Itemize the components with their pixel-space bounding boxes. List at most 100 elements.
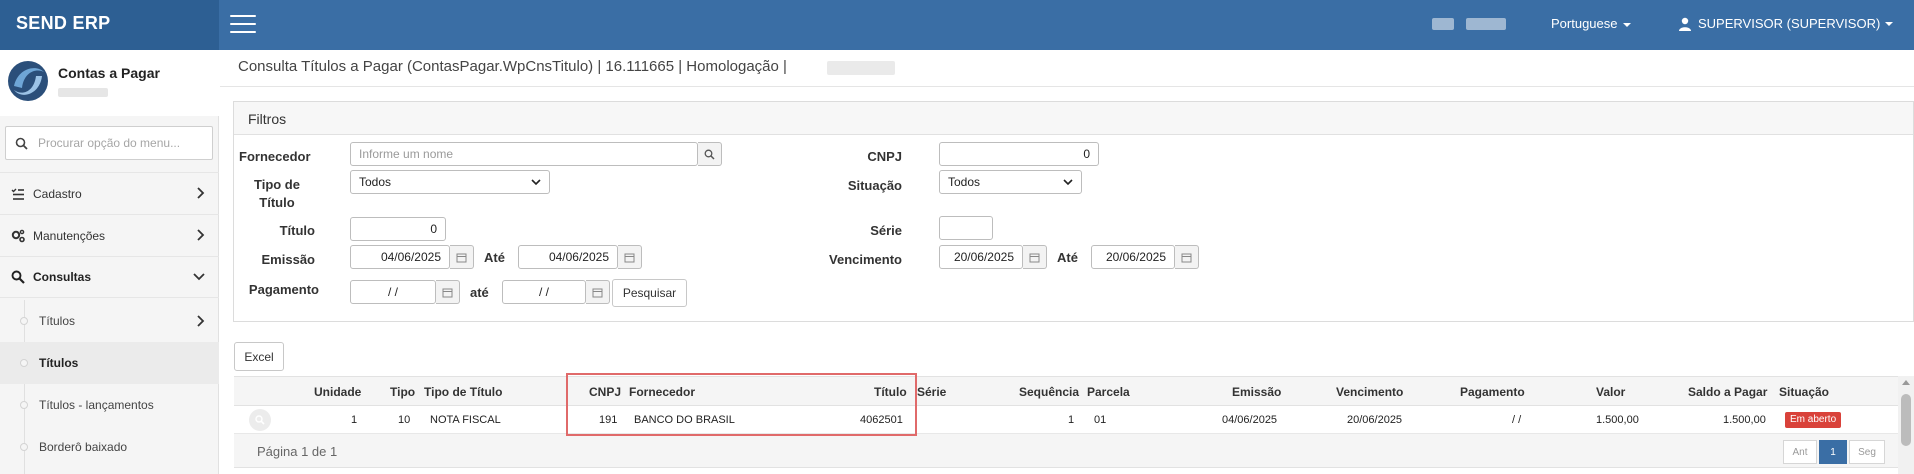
table-row[interactable]: 1 10 NOTA FISCAL 191 BANCO DO BRASIL 406…	[234, 406, 1900, 434]
sidebar-item-label: Consultas	[33, 270, 92, 284]
emissao-from-calendar-button[interactable]	[450, 245, 474, 269]
vencimento-to-input[interactable]	[1091, 245, 1175, 269]
filters-heading: Filtros	[234, 102, 1913, 135]
menu-search-input[interactable]	[38, 134, 208, 152]
gears-icon	[11, 229, 25, 242]
vertical-scrollbar[interactable]	[1898, 376, 1914, 474]
col-saldo[interactable]: Saldo a Pagar	[1688, 385, 1767, 399]
emissao-label: Emissão	[261, 252, 315, 267]
col-parcela[interactable]: Parcela	[1087, 385, 1130, 399]
situacao-select[interactable]: Todos	[939, 170, 1082, 194]
menu-search[interactable]	[5, 126, 213, 160]
col-vencimento[interactable]: Vencimento	[1336, 385, 1403, 399]
cell-titulo: 4062501	[860, 414, 903, 426]
page-title: Consulta Títulos a Pagar (ContasPagar.Wp…	[238, 58, 787, 75]
sidebar-item-cadastro[interactable]: Cadastro	[0, 172, 219, 214]
module-header: Contas a Pagar	[0, 50, 219, 116]
titulo-input[interactable]	[350, 217, 446, 241]
cell-emissao: 04/06/2025	[1222, 414, 1278, 426]
col-sequencia[interactable]: Sequência	[1019, 385, 1079, 399]
bullet-icon	[20, 359, 28, 367]
pagamento-from-input[interactable]	[350, 280, 436, 304]
fornecedor-search-button[interactable]	[698, 142, 722, 166]
status-badge: Em aberto	[1785, 412, 1842, 428]
sidebar: Contas a Pagar Cadastro Manutenções Cons…	[0, 50, 219, 474]
vencimento-to-calendar-button[interactable]	[1175, 245, 1199, 269]
col-tipo[interactable]: Tipo	[390, 385, 415, 399]
chevron-down-icon	[531, 178, 541, 185]
pagamento-from-calendar-button[interactable]	[436, 280, 460, 304]
pagamento-to-input[interactable]	[502, 280, 586, 304]
submenu-label: Títulos - lançamentos	[39, 398, 154, 412]
sidebar-item-manutencoes[interactable]: Manutenções	[0, 214, 219, 256]
submenu-item-titulos-group[interactable]: Títulos	[0, 300, 219, 342]
chevron-right-icon	[197, 315, 205, 327]
vencimento-from-input[interactable]	[939, 245, 1023, 269]
list-check-icon	[11, 188, 24, 200]
pager-next-button[interactable]: Seg	[1849, 440, 1885, 464]
pager-page-1[interactable]: 1	[1819, 440, 1847, 464]
pagamento-ate-label: até	[470, 285, 489, 300]
fornecedor-input[interactable]	[350, 142, 698, 166]
sidebar-item-consultas[interactable]: Consultas	[0, 256, 219, 298]
cell-tipo: 10	[398, 414, 411, 426]
bullet-icon	[20, 317, 28, 325]
submenu-item-titulos-lancamentos[interactable]: Títulos - lançamentos	[0, 384, 219, 426]
cell-vencimento: 20/06/2025	[1347, 414, 1403, 426]
cell-tipo-titulo: NOTA FISCAL	[430, 414, 501, 426]
pesquisar-button[interactable]: Pesquisar	[612, 279, 687, 307]
cell-fornecedor: BANCO DO BRASIL	[634, 414, 735, 426]
search-icon	[15, 137, 28, 150]
scroll-up-icon[interactable]	[1902, 380, 1910, 385]
brand-logo[interactable]: SEND ERP	[0, 0, 219, 50]
col-tipo-titulo[interactable]: Tipo de Título	[424, 385, 502, 399]
serie-input[interactable]	[939, 216, 993, 240]
emissao-from-input[interactable]	[350, 245, 450, 269]
emissao-to-calendar-button[interactable]	[618, 245, 642, 269]
user-menu[interactable]: SUPERVISOR (SUPERVISOR)	[1678, 16, 1894, 31]
submenu-item-titulos[interactable]: Títulos	[0, 342, 219, 384]
situacao-label: Situação	[847, 178, 902, 193]
cell-unidade: 1	[351, 414, 358, 426]
cnpj-input[interactable]	[939, 142, 1099, 166]
table-footer: Página 1 de 1 Ant 1 Seg	[234, 434, 1900, 468]
module-title: Contas a Pagar	[58, 65, 160, 81]
vencimento-from-calendar-button[interactable]	[1023, 245, 1047, 269]
vencimento-label: Vencimento	[829, 252, 902, 267]
col-emissao[interactable]: Emissão	[1232, 385, 1281, 399]
submenu-label: Títulos	[39, 356, 79, 370]
pagamento-label: Pagamento	[248, 282, 319, 297]
submenu-item-bordero-baixado[interactable]: Borderô baixado	[0, 426, 219, 468]
pager-prev-button[interactable]: Ant	[1783, 440, 1817, 464]
col-pagamento[interactable]: Pagamento	[1460, 385, 1525, 399]
pagamento-to-calendar-button[interactable]	[586, 280, 610, 304]
calendar-icon	[1029, 253, 1040, 262]
cnpj-label: CNPJ	[867, 149, 902, 164]
col-situacao[interactable]: Situação	[1779, 385, 1829, 399]
caret-down-icon	[1622, 22, 1631, 27]
col-cnpj[interactable]: CNPJ	[589, 385, 621, 399]
emissao-to-input[interactable]	[518, 245, 618, 269]
chevron-right-icon	[197, 229, 205, 241]
hamburger-menu-icon[interactable]	[230, 15, 256, 35]
language-dropdown[interactable]: Portuguese	[1551, 16, 1631, 31]
cell-valor: 1.500,00	[1596, 414, 1639, 426]
language-label: Portuguese	[1551, 16, 1618, 31]
caret-down-icon	[1885, 21, 1894, 26]
tipo-titulo-select[interactable]: Todos	[350, 170, 550, 194]
top-bar: SEND ERP Portuguese SUPERVISOR (SUPERVIS…	[0, 0, 1914, 50]
submenu-label: Títulos	[39, 314, 76, 328]
row-details-button[interactable]	[249, 409, 271, 431]
col-valor[interactable]: Valor	[1596, 385, 1625, 399]
scroll-thumb[interactable]	[1901, 394, 1911, 446]
col-unidade[interactable]: Unidade	[314, 385, 361, 399]
situacao-value: Todos	[948, 175, 981, 189]
divider	[220, 86, 1914, 87]
chevron-down-icon	[1063, 178, 1073, 185]
redacted-info	[58, 88, 108, 97]
col-serie[interactable]: Série	[917, 385, 946, 399]
col-fornecedor[interactable]: Fornecedor	[629, 385, 695, 399]
col-titulo[interactable]: Título	[874, 385, 907, 399]
excel-button[interactable]: Excel	[234, 342, 284, 371]
calendar-icon	[442, 288, 453, 297]
